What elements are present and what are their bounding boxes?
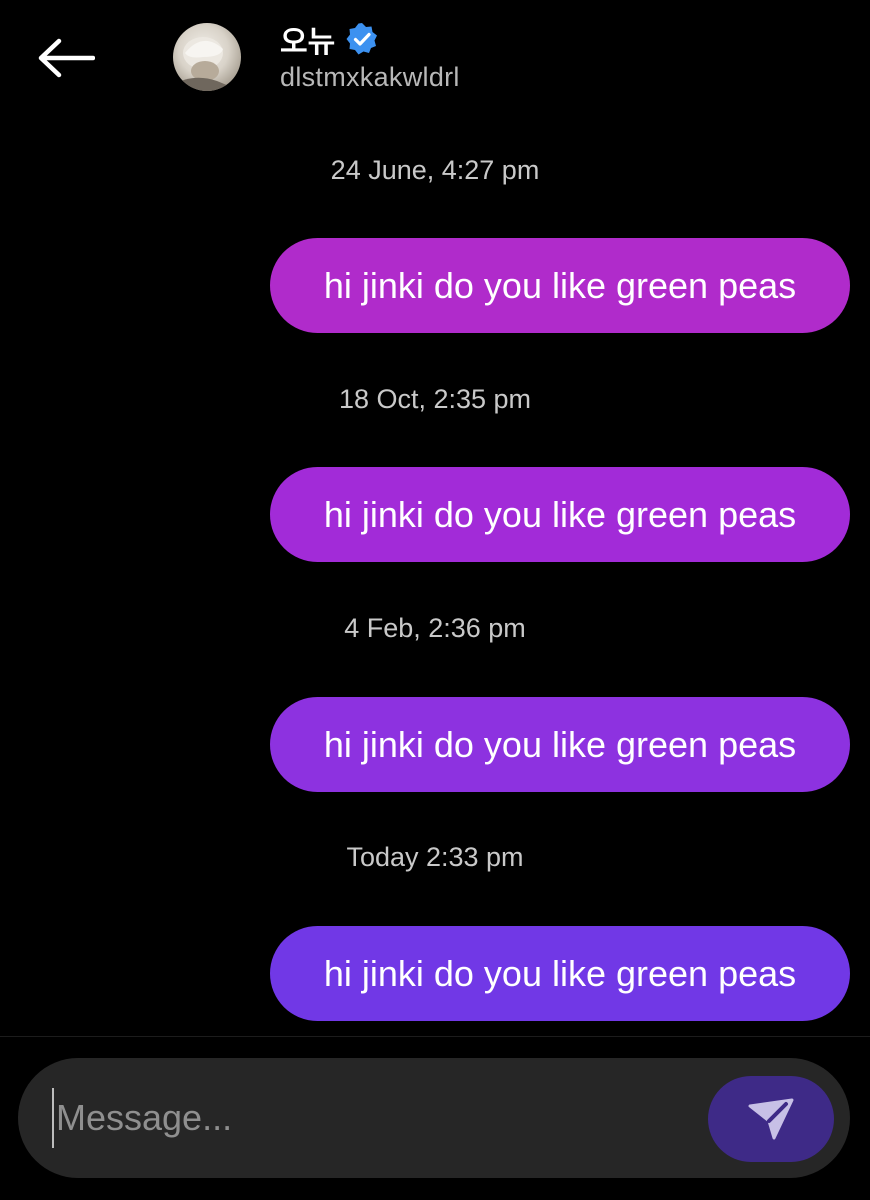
message-timestamp: 24 June, 4:27 pm <box>330 155 540 185</box>
message-bubble[interactable]: hi jinki do you like green peas <box>270 238 850 333</box>
send-button[interactable] <box>708 1076 834 1162</box>
user-handle: dlstmxkakwldrl <box>280 62 460 92</box>
user-name-row: 오뉴 <box>280 18 379 60</box>
message-text: hi jinki do you like green peas <box>323 723 797 765</box>
user-name: 오뉴 <box>280 25 336 60</box>
message-text: hi jinki do you like green peas <box>323 264 797 306</box>
message-text: hi jinki do you like green peas <box>323 952 797 994</box>
back-button[interactable] <box>32 30 100 86</box>
message-bubble[interactable]: hi jinki do you like green peas <box>270 467 850 562</box>
send-icon <box>748 1098 794 1140</box>
verified-badge-icon <box>346 23 378 55</box>
message-timestamp: Today 2:33 pm <box>346 842 524 872</box>
message-composer <box>18 1058 850 1178</box>
message-text: hi jinki do you like green peas <box>323 493 797 535</box>
chat-screen: 오뉴 dlstmxkakwldrl 24 June, 4:27 pm hi ji… <box>0 0 870 1200</box>
avatar[interactable] <box>173 23 241 91</box>
message-input[interactable] <box>52 1088 672 1148</box>
message-bubble[interactable]: hi jinki do you like green peas <box>270 926 850 1021</box>
message-bubble[interactable]: hi jinki do you like green peas <box>270 697 850 792</box>
message-timestamp: 4 Feb, 2:36 pm <box>344 613 526 643</box>
chat-header: 오뉴 dlstmxkakwldrl <box>0 0 870 110</box>
arrow-left-icon <box>38 38 95 78</box>
composer-divider <box>0 1036 870 1037</box>
message-timestamp: 18 Oct, 2:35 pm <box>338 384 532 414</box>
profile-avatar-icon <box>173 37 241 91</box>
